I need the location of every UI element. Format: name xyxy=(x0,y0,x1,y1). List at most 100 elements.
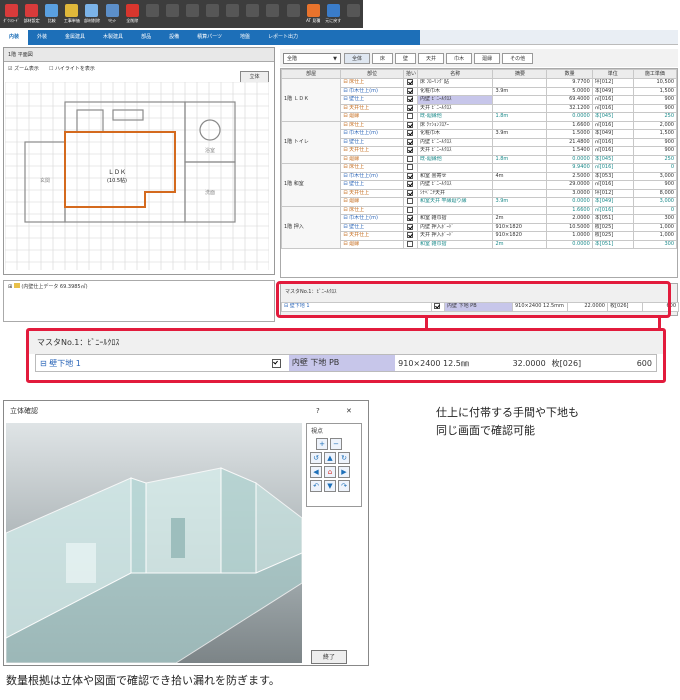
part-tab-2[interactable]: 壁 xyxy=(395,52,417,64)
tab-2[interactable]: 金属建具 xyxy=(56,30,94,45)
toolbar-button-4[interactable]: 部材削除 xyxy=(82,2,101,26)
pick-checkbox[interactable] xyxy=(407,121,414,128)
arrow-up-icon[interactable]: ▲ xyxy=(324,452,336,464)
table-row[interactable]: 1階 和室 ⊟ 床仕上 9.9400 ㎡[016] 0 xyxy=(281,163,677,207)
toolbar-button-15[interactable]: AT 見積 xyxy=(304,2,323,26)
pick-checkbox[interactable] xyxy=(407,104,414,111)
tab-8[interactable]: レポート出力 xyxy=(259,30,307,45)
tilt-left-icon[interactable]: ↶ xyxy=(310,480,322,492)
part-tab-6[interactable]: その他 xyxy=(502,52,534,64)
tree-expand-icon[interactable]: ⊞ xyxy=(8,284,12,290)
home-icon[interactable]: ⌂ xyxy=(324,466,336,478)
floor-plan-view[interactable]: ＬＤＫ (10.5帖) 玄関 浴室 洗面 xyxy=(5,82,269,270)
table-row[interactable]: 1階 押入 ⊟ 床仕上 1.6600 ㎡[016] 0 xyxy=(281,205,677,249)
rotate-right-icon[interactable]: ↻ xyxy=(338,452,350,464)
pick-checkbox[interactable] xyxy=(407,130,414,136)
pick-checkbox[interactable] xyxy=(407,87,414,94)
toolbar-button-13[interactable] xyxy=(263,2,282,26)
table-row[interactable]: ⊟ 廻縁 和室天井 竿縁廻り縁 3.9m 0.0000 本[049] 3,000 xyxy=(282,197,677,207)
zoom-unit: 枚[026] xyxy=(551,358,582,368)
table-row[interactable]: ⊟ 巾木仕上(m) 化粧巾木 3.9m 5.0000 本[049] 1,500 xyxy=(282,86,677,96)
table-row[interactable]: ⊟ 壁仕上 内壁 押入ﾎﾞｰﾄﾞ 910×1820 10.5000 枚[025] 1,00… xyxy=(282,222,677,232)
floor-select[interactable]: 全階 ▼ xyxy=(283,52,341,64)
expand-icon[interactable]: ⊟ xyxy=(40,359,47,368)
tab-5[interactable]: 設備 xyxy=(160,30,188,45)
pick-checkbox[interactable] xyxy=(407,138,414,145)
pick-checkbox[interactable] xyxy=(407,232,414,238)
toolbar-button-8[interactable] xyxy=(163,2,182,26)
arrow-down-icon[interactable]: ▼ xyxy=(324,480,336,492)
zoom-in-icon[interactable]: + xyxy=(316,438,328,450)
close-icon[interactable]: ✕ xyxy=(346,401,368,421)
pick-checkbox[interactable] xyxy=(407,113,414,119)
table-row[interactable]: ⊟ 廻縁 既-廻縁他 1.8m 0.0000 本[045] 250 xyxy=(282,112,677,122)
toolbar-button-11[interactable] xyxy=(223,2,242,26)
toolbar-button-3[interactable]: 工事単価 xyxy=(62,2,81,26)
pick-checkbox[interactable] xyxy=(407,189,414,196)
pick-checkbox[interactable] xyxy=(407,181,414,187)
pick-checkbox[interactable] xyxy=(407,147,414,153)
pick-checkbox[interactable] xyxy=(272,358,282,368)
table-row[interactable]: ⊟ 巾木仕上(m) 和室 雑巾摺 2m 2.0000 本[051] 300 xyxy=(282,214,677,224)
toolbar-button-6[interactable]: 全削除 xyxy=(123,2,142,26)
column-header-0: 部屋 xyxy=(281,69,342,79)
pick-checkbox[interactable] xyxy=(407,206,414,213)
highlight-checkbox[interactable]: ☐ ハイライトを表示 xyxy=(49,62,95,76)
table-row[interactable]: ⊟ 天井仕上 天井 ﾋﾞﾆｰﾙｸﾛｽ 1.5400 ㎡[016] 900 xyxy=(282,146,677,156)
toolbar-button-14[interactable] xyxy=(284,2,303,26)
tab-4[interactable]: 部品 xyxy=(132,30,160,45)
pick-checkbox[interactable] xyxy=(407,79,414,85)
toolbar-button-12[interactable] xyxy=(243,2,262,26)
rotate-left-icon[interactable]: ↺ xyxy=(310,452,322,464)
3d-viewport[interactable] xyxy=(6,423,302,663)
tilt-right-icon[interactable]: ↷ xyxy=(338,480,350,492)
table-row[interactable]: 1階 ＬＤＫ ⊟ 床仕上 床 ﾌﾛｰﾘﾝｸﾞ貼 9.7700 坪[012] 10,500 xyxy=(281,78,677,122)
pick-checkbox[interactable] xyxy=(407,96,414,102)
table-row[interactable]: ⊟ 天井仕上 ｼﾅﾍﾞﾆﾔ天井 3.0000 坪[012] 8,000 xyxy=(282,188,677,198)
pick-checkbox[interactable] xyxy=(407,223,414,230)
tree-panel[interactable]: ⊞ (内壁仕上データ 69.3985㎡) xyxy=(3,280,275,322)
toolbar-button-7[interactable] xyxy=(143,2,162,26)
toolbar-button-0[interactable]: ﾀﾞｳﾝﾛｰﾄﾞ xyxy=(2,2,21,26)
arrow-right-icon[interactable]: ▶ xyxy=(338,466,350,478)
zoom-out-icon[interactable]: − xyxy=(330,438,342,450)
toolbar-button-2[interactable]: 比較 xyxy=(42,2,61,26)
table-row[interactable]: ⊟ 壁仕上 内壁 ﾋﾞﾆｰﾙｸﾛｽ 69.4000 ㎡[016] 900 xyxy=(282,95,677,105)
toolbar-button-16[interactable]: 元に戻す xyxy=(324,2,343,26)
toolbar-button-10[interactable] xyxy=(203,2,222,26)
table-row[interactable]: ⊟ 壁仕上 内壁 ﾋﾞﾆｰﾙｸﾛｽ 29.0000 ㎡[016] 900 xyxy=(282,180,677,190)
table-row[interactable]: ⊟ 巾木仕上(m) 和室 畳寄せ 4m 2.5000 本[053] 3,000 xyxy=(282,171,677,181)
tab-7[interactable]: 地盤 xyxy=(231,30,259,45)
part-tab-3[interactable]: 天井 xyxy=(418,52,445,64)
table-row[interactable]: ⊟ 巾木仕上(m) 化粧巾木 3.9m 1.5000 本[049] 1,500 xyxy=(282,129,677,139)
part-tab-5[interactable]: 廻縁 xyxy=(474,52,501,64)
part-tab-4[interactable]: 巾木 xyxy=(446,52,473,64)
table-row[interactable]: ⊟ 廻縁 和室 雑巾摺 2m 0.0000 本[051] 300 xyxy=(282,239,677,249)
tab-3[interactable]: 木製建具 xyxy=(94,30,132,45)
part-tab-0[interactable]: 全体 xyxy=(344,52,371,64)
table-row[interactable]: ⊟ 廻縁 既-廻縁他 1.8m 0.0000 本[045] 250 xyxy=(282,154,677,164)
part-tab-1[interactable]: 床 xyxy=(372,52,394,64)
tab-1[interactable]: 外装 xyxy=(28,30,56,45)
pick-checkbox[interactable] xyxy=(407,164,414,170)
pick-checkbox[interactable] xyxy=(407,155,414,162)
table-row[interactable]: ⊟ 天井仕上 天井 ﾋﾞﾆｰﾙｸﾛｽ 32.1200 ㎡[016] 900 xyxy=(282,103,677,113)
pick-checkbox[interactable] xyxy=(407,172,414,179)
help-icon[interactable]: ? xyxy=(316,401,346,421)
pick-checkbox[interactable] xyxy=(407,240,414,247)
zoom-checkbox[interactable]: ☑ ズーム表示 xyxy=(8,62,39,76)
table-row[interactable]: ⊟ 天井仕上 天井 押入ﾎﾞｰﾄﾞ 910×1820 1.0000 枚[025] 1,00… xyxy=(282,231,677,241)
close-button[interactable]: 終了 xyxy=(311,650,347,664)
toolbar-button-1[interactable]: 部材設定 xyxy=(22,2,41,26)
table-row[interactable]: 1階 トイレ ⊟ 床仕上床 ｸｯｼｮﾝﾌﾛｱｰ 1.6600 ㎡[016] 2,000 xyxy=(281,120,677,164)
tab-6[interactable]: 積算パーツ xyxy=(188,30,231,45)
toolbar-button-9[interactable] xyxy=(183,2,202,26)
arrow-left-icon[interactable]: ◀ xyxy=(310,466,322,478)
toolbar-button-5[interactable]: ﾘｾｯﾄ xyxy=(103,2,122,26)
pick-checkbox[interactable] xyxy=(407,215,414,221)
table-row[interactable]: ⊟ 壁仕上 内壁 ﾋﾞﾆｰﾙｸﾛｽ 21.4800 ㎡[016] 900 xyxy=(282,137,677,147)
tab-0[interactable]: 内装 xyxy=(0,30,29,45)
pick-checkbox[interactable] xyxy=(407,198,414,204)
toolbar-button-17[interactable] xyxy=(344,2,363,26)
zoom-row[interactable]: ⊟ 壁下地 1 内壁 下地 PB 910×2400 12.5㎜ 32.0000 … xyxy=(35,354,657,372)
